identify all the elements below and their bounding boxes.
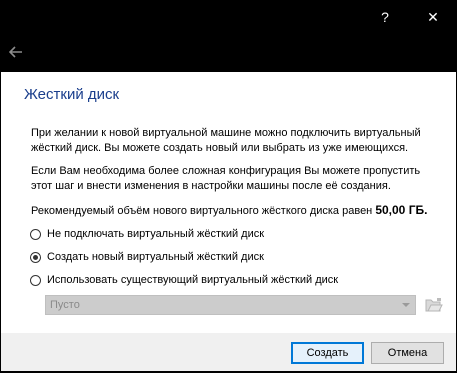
title-bar: ? ✕ [0, 0, 457, 34]
help-icon: ? [381, 9, 389, 25]
existing-disk-value: Пусто [50, 299, 80, 311]
radio-no-disk-label: Не подключать виртуальный жёсткий диск [47, 228, 265, 240]
existing-disk-select[interactable]: Пусто [45, 295, 416, 315]
back-button[interactable] [2, 38, 30, 66]
wizard-window: ? ✕ Жесткий диск При желании к новой вир… [0, 0, 457, 373]
radio-use-existing[interactable]: Использовать существующий виртуальный жё… [30, 272, 338, 288]
close-icon: ✕ [427, 8, 439, 25]
page-title: Жесткий диск [24, 86, 120, 103]
advanced-config-text: Если Вам необходима более сложная конфиг… [31, 165, 421, 192]
wizard-page: Жесткий диск При желании к новой виртуал… [1, 72, 456, 333]
radio-create-new-label: Создать новый виртуальный жёсткий диск [47, 251, 264, 263]
recommended-size-text: Рекомендуемый объём нового виртуального … [31, 203, 431, 219]
chevron-down-icon [402, 303, 410, 307]
cancel-button[interactable]: Отмена [371, 342, 444, 364]
radio-use-existing-indicator[interactable] [30, 274, 41, 286]
arrow-left-icon [9, 46, 22, 58]
radio-create-new-indicator[interactable] [30, 251, 41, 263]
radio-use-existing-label: Использовать существующий виртуальный жё… [47, 274, 339, 286]
button-bar: Создать Отмена [1, 333, 456, 371]
wizard-nav-bar [0, 34, 457, 72]
intro-text: При желании к новой виртуальной машине м… [31, 127, 421, 154]
recommended-size-label: Рекомендуемый объём нового виртуального … [31, 205, 373, 217]
recommended-size-value: 50,00 ГБ. [375, 203, 428, 217]
radio-no-disk-indicator[interactable] [30, 228, 41, 240]
create-button[interactable]: Создать [291, 342, 364, 364]
choose-disk-button[interactable] [424, 295, 444, 315]
radio-create-new[interactable]: Создать новый виртуальный жёсткий диск [30, 249, 264, 265]
help-button[interactable]: ? [362, 0, 408, 34]
folder-disk-icon [425, 298, 443, 312]
close-button[interactable]: ✕ [410, 0, 456, 34]
radio-no-disk[interactable]: Не подключать виртуальный жёсткий диск [30, 226, 264, 242]
